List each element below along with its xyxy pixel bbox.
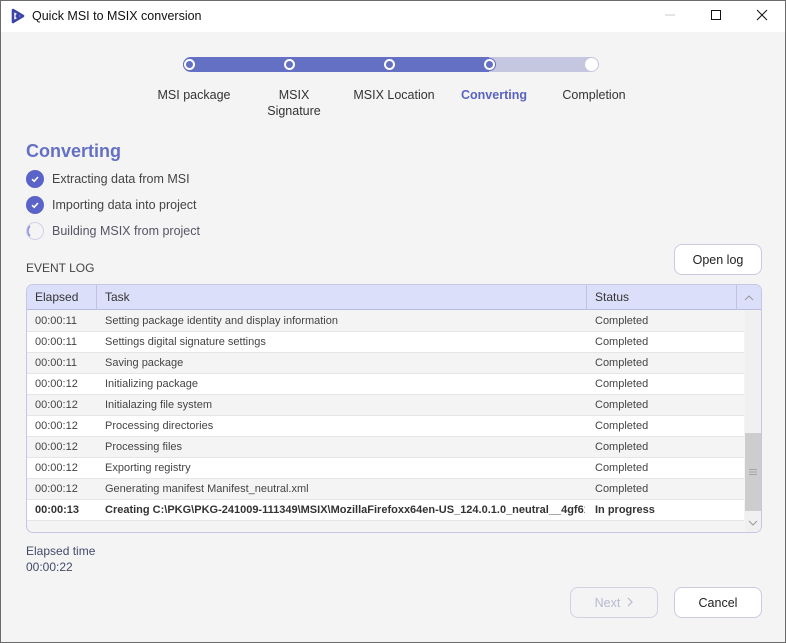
table-row[interactable]: 00:00:11 Saving package Completed xyxy=(27,353,744,374)
next-button[interactable]: Next xyxy=(570,587,658,618)
minimize-button[interactable] xyxy=(647,1,693,32)
cancel-button[interactable]: Cancel xyxy=(674,587,762,618)
wizard-progress-fill xyxy=(183,57,489,72)
cell-task: Processing files xyxy=(105,441,183,453)
step-label-converting: Converting xyxy=(461,88,527,102)
cell-status: Completed xyxy=(595,462,649,474)
check-done-icon xyxy=(26,170,44,188)
event-log-label: EVENT LOG xyxy=(26,261,95,275)
cell-status: Completed xyxy=(595,378,649,390)
chevron-down-icon xyxy=(748,515,758,529)
step-dot-msix-location xyxy=(384,59,395,70)
table-row[interactable]: 00:00:12 Exporting registry Completed xyxy=(27,458,744,479)
checklist-label: Importing data into project xyxy=(52,198,197,212)
step-label-msix-location: MSIX Location xyxy=(353,88,435,102)
close-button[interactable] xyxy=(739,1,785,32)
elapsed-time-value: 00:00:22 xyxy=(26,560,73,574)
cell-status: Completed xyxy=(595,315,649,327)
cell-elapsed: 00:00:12 xyxy=(35,378,78,390)
check-done-icon xyxy=(26,196,44,214)
chevron-up-icon xyxy=(744,285,754,310)
checklist-item-extracting: Extracting data from MSI xyxy=(26,169,190,189)
step-label-msi-package: MSI package xyxy=(157,88,231,102)
window-title: Quick MSI to MSIX conversion xyxy=(32,9,202,23)
step-dot-converting xyxy=(484,59,495,70)
scroll-down-button[interactable] xyxy=(745,511,761,532)
app-logo-icon xyxy=(10,8,26,24)
step-dot-msi-package xyxy=(184,59,195,70)
cell-task: Setting package identity and display inf… xyxy=(105,315,338,327)
table-row[interactable]: 00:00:12 Processing directories Completed xyxy=(27,416,744,437)
column-header-elapsed[interactable]: Elapsed xyxy=(27,285,97,310)
cell-elapsed: 00:00:11 xyxy=(35,336,78,348)
column-header-status[interactable]: Status xyxy=(587,285,737,310)
step-dot-completion xyxy=(585,58,598,71)
cell-task: Generating manifest Manifest_neutral.xml xyxy=(105,483,309,495)
cell-elapsed: 00:00:12 xyxy=(35,420,78,432)
table-row[interactable]: 00:00:12 Initializing package Completed xyxy=(27,374,744,395)
cell-task: Initializing package xyxy=(105,378,198,390)
cell-elapsed: 00:00:12 xyxy=(35,483,78,495)
open-log-button[interactable]: Open log xyxy=(674,244,762,275)
checklist-label: Building MSIX from project xyxy=(52,224,200,238)
title-bar: Quick MSI to MSIX conversion xyxy=(1,1,785,32)
cell-status: Completed xyxy=(595,483,649,495)
cell-status: Completed xyxy=(595,399,649,411)
cell-task: Settings digital signature settings xyxy=(105,336,266,348)
cell-task: Processing directories xyxy=(105,420,214,432)
cell-task: Saving package xyxy=(105,357,184,369)
grip-icon xyxy=(749,465,757,479)
app-window: Quick MSI to MSIX conversion MSI package… xyxy=(0,0,786,643)
table-row[interactable]: 00:00:11 Setting package identity and dis… xyxy=(27,311,744,332)
elapsed-time-label: Elapsed time xyxy=(26,544,96,558)
next-label: Next xyxy=(594,595,621,610)
spinner-icon xyxy=(26,222,44,240)
cell-status: In progress xyxy=(595,504,655,516)
scroll-up-button[interactable] xyxy=(737,285,761,310)
cell-elapsed: 00:00:12 xyxy=(35,462,78,474)
step-dot-msix-signature xyxy=(284,59,295,70)
cell-elapsed: 00:00:12 xyxy=(35,399,78,411)
checklist-item-importing: Importing data into project xyxy=(26,195,197,215)
table-row[interactable]: 00:00:13 Creating C:\PKG\PKG-241009-11134… xyxy=(27,500,744,521)
table-body: 00:00:11 Setting package identity and dis… xyxy=(27,311,744,521)
cell-elapsed: 00:00:11 xyxy=(35,357,78,369)
close-icon xyxy=(756,9,768,24)
table-row[interactable]: 00:00:11 Settings digital signature setti… xyxy=(27,332,744,353)
table-scrollbar[interactable] xyxy=(745,311,761,532)
checklist-label: Extracting data from MSI xyxy=(52,172,190,186)
cell-task: Creating C:\PKG\PKG-241009-111349\MSIX\M… xyxy=(105,504,585,516)
maximize-button[interactable] xyxy=(693,1,739,32)
table-row[interactable]: 00:00:12 Generating manifest Manifest_neu… xyxy=(27,479,744,500)
chevron-right-icon xyxy=(627,596,634,610)
cell-status: Completed xyxy=(595,357,649,369)
event-log-table: Elapsed Task Status 00:00:11 Setting pack… xyxy=(26,284,762,533)
cell-elapsed: 00:00:12 xyxy=(35,441,78,453)
cell-task: Initialazing file system xyxy=(105,399,212,411)
cell-elapsed: 00:00:13 xyxy=(35,504,80,516)
scrollbar-thumb[interactable] xyxy=(745,433,761,511)
step-label-completion: Completion xyxy=(562,88,626,102)
column-header-task[interactable]: Task xyxy=(97,285,587,310)
minimize-icon xyxy=(664,9,676,24)
maximize-icon xyxy=(710,9,722,24)
cell-status: Completed xyxy=(595,420,649,432)
cell-status: Completed xyxy=(595,336,649,348)
page-title: Converting xyxy=(26,141,122,161)
cell-elapsed: 00:00:11 xyxy=(35,315,78,327)
cell-status: Completed xyxy=(595,441,649,453)
step-label-msix-signature: MSIX Signature xyxy=(267,88,321,118)
cell-task: Exporting registry xyxy=(105,462,191,474)
table-header: Elapsed Task Status xyxy=(27,285,761,310)
table-row[interactable]: 00:00:12 Processing files Completed xyxy=(27,437,744,458)
table-row[interactable]: 00:00:12 Initialazing file system Complete… xyxy=(27,395,744,416)
checklist-item-building: Building MSIX from project xyxy=(26,221,200,241)
